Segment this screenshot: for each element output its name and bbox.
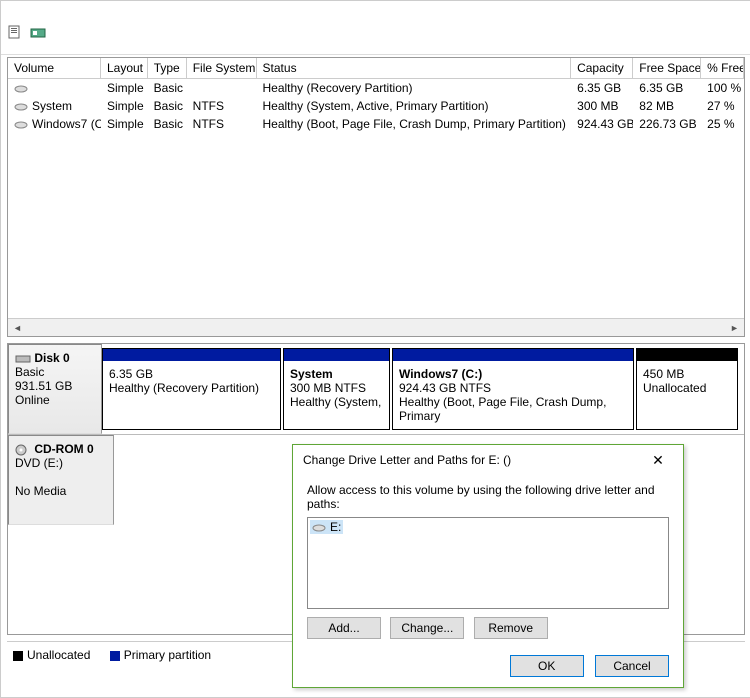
col-volume[interactable]: Volume <box>8 58 101 78</box>
col-capacity[interactable]: Capacity <box>571 58 633 78</box>
partition-bar <box>393 349 633 361</box>
remove-button[interactable]: Remove <box>474 617 548 639</box>
ok-button[interactable]: OK <box>510 655 584 677</box>
table-row[interactable]: SystemSimpleBasicNTFSHealthy (System, Ac… <box>8 97 744 115</box>
partition-bar <box>637 349 737 361</box>
volume-icon <box>14 101 28 113</box>
partition[interactable]: System300 MB NTFSHealthy (System, <box>283 348 390 430</box>
partition[interactable]: 6.35 GBHealthy (Recovery Partition) <box>102 348 281 430</box>
col-pct[interactable]: % Free <box>701 58 744 78</box>
disk-header[interactable]: CD-ROM 0DVD (E:)No Media <box>8 435 114 525</box>
volume-icon <box>14 119 28 131</box>
partition-bar <box>103 349 280 361</box>
cdrom-icon <box>15 444 31 456</box>
dialog-title: Change Drive Letter and Paths for E: () <box>303 453 511 467</box>
change-drive-letter-dialog: Change Drive Letter and Paths for E: () … <box>292 444 684 688</box>
col-free[interactable]: Free Space <box>633 58 701 78</box>
disk-icon <box>15 353 31 365</box>
scroll-right-icon[interactable]: ► <box>727 320 742 335</box>
properties-icon[interactable] <box>7 25 23 41</box>
menubar <box>1 1 750 22</box>
partition-bar <box>284 349 389 361</box>
col-status[interactable]: Status <box>257 58 572 78</box>
partition[interactable]: Windows7 (C:)924.43 GB NTFSHealthy (Boot… <box>392 348 634 430</box>
add-button[interactable]: Add... <box>307 617 381 639</box>
table-row[interactable]: Windows7 (C:)SimpleBasicNTFSHealthy (Boo… <box>8 115 744 133</box>
toolbar <box>1 22 750 55</box>
partition[interactable]: 450 MBUnallocated <box>636 348 738 430</box>
legend-swatch-unallocated <box>13 651 23 661</box>
close-icon[interactable]: ✕ <box>643 445 673 475</box>
col-layout[interactable]: Layout <box>101 58 148 78</box>
scroll-left-icon[interactable]: ◄ <box>10 320 25 335</box>
column-headers[interactable]: Volume Layout Type File System Status Ca… <box>8 58 744 79</box>
legend-swatch-primary <box>110 651 120 661</box>
table-row[interactable]: SimpleBasicHealthy (Recovery Partition)6… <box>8 79 744 97</box>
cancel-button[interactable]: Cancel <box>595 655 669 677</box>
col-fs[interactable]: File System <box>187 58 257 78</box>
volume-icon <box>14 83 28 95</box>
disk-header[interactable]: Disk 0Basic931.51 GBOnline <box>8 344 102 434</box>
hscrollbar[interactable]: ◄ ► <box>8 318 744 336</box>
drive-letter-listbox[interactable]: E: <box>307 517 669 609</box>
volume-list: Volume Layout Type File System Status Ca… <box>7 57 745 337</box>
partition-map: 6.35 GBHealthy (Recovery Partition)Syste… <box>102 348 740 430</box>
list-item[interactable]: E: <box>310 520 343 534</box>
drive-icon <box>312 522 326 534</box>
refresh-icon[interactable] <box>30 25 46 41</box>
legend-label-primary: Primary partition <box>124 648 211 662</box>
legend-label-unallocated: Unallocated <box>27 648 90 662</box>
col-type[interactable]: Type <box>148 58 187 78</box>
disk-management-window: { "toolbar": {"icons": ["properties-icon… <box>0 0 750 698</box>
dialog-prompt: Allow access to this volume by using the… <box>307 483 669 511</box>
change-button[interactable]: Change... <box>390 617 464 639</box>
volume-rows: SimpleBasicHealthy (Recovery Partition)6… <box>8 79 744 318</box>
disk-panel[interactable]: Disk 0Basic931.51 GBOnline6.35 GBHealthy… <box>8 344 744 435</box>
